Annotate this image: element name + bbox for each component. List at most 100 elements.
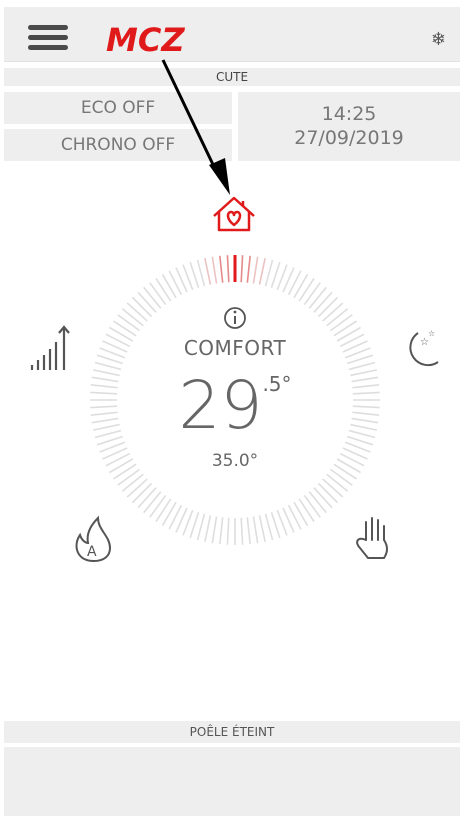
auto-flame-icon[interactable]: A — [75, 515, 112, 563]
dial-tick — [352, 391, 380, 395]
dial-tick — [326, 473, 349, 492]
info-icon[interactable] — [224, 307, 246, 329]
dial-tick — [161, 501, 177, 526]
dial-tick — [346, 435, 374, 446]
dial-tick — [346, 354, 374, 365]
manual-hand-icon[interactable] — [356, 517, 388, 559]
dial-tick — [264, 259, 274, 287]
home-heart-icon[interactable] — [213, 196, 255, 232]
dial-tick — [351, 376, 379, 383]
dial-tick — [322, 478, 344, 498]
dial-tick — [258, 515, 266, 542]
dial-tick — [196, 513, 206, 541]
dial-tick — [131, 482, 153, 504]
dial-tick — [303, 494, 321, 518]
dial-tick — [246, 517, 251, 545]
svg-text:☆: ☆ — [420, 337, 429, 348]
dial-tick — [252, 516, 259, 544]
dial-tick — [333, 320, 358, 337]
dial-tick — [155, 498, 172, 523]
night-moon-icon[interactable]: ☆ ☆ — [409, 329, 439, 367]
bottom-toolbar — [4, 747, 460, 816]
dial-tick — [149, 282, 167, 306]
dial-tick — [131, 296, 153, 318]
dial-tick — [313, 291, 333, 313]
dial-tick — [93, 369, 120, 377]
dial-tick — [204, 258, 212, 285]
dial-tick — [336, 458, 361, 474]
dial-tick — [96, 354, 124, 365]
dial-tick — [126, 302, 148, 322]
dial-tick — [90, 405, 118, 409]
dial-tick — [117, 314, 141, 332]
power-level-icon[interactable] — [30, 325, 70, 370]
comfort-mode-label: COMFORT — [183, 336, 287, 360]
dial-tick — [219, 255, 224, 283]
temperature-decimal: .5° — [262, 372, 292, 396]
dial-tick — [90, 411, 118, 416]
dial-tick — [226, 255, 230, 283]
dial-tick — [94, 429, 122, 439]
dial-tick — [137, 291, 157, 313]
dial-tick — [317, 482, 339, 504]
dial-tick — [351, 417, 379, 424]
dial-tick — [308, 286, 327, 309]
current-temperature: 29.5° — [130, 366, 340, 446]
dial-tick — [121, 308, 144, 327]
dial-tick — [155, 277, 172, 302]
dial-tick — [270, 511, 281, 539]
dial-tick — [189, 261, 200, 289]
dial-tick — [137, 487, 157, 509]
annotation-arrow — [161, 59, 230, 195]
dial-tick — [322, 302, 344, 322]
dial-tick — [90, 384, 118, 389]
dial-tick — [240, 517, 244, 545]
dial-tick — [211, 256, 218, 284]
dial-tick — [94, 361, 122, 371]
dial-tick — [143, 286, 162, 309]
dial-tick — [264, 513, 274, 541]
dial-tick — [204, 515, 212, 542]
dial-tick — [348, 361, 376, 371]
dial-tick — [96, 435, 124, 446]
dial-tick — [308, 491, 327, 514]
dial-tick — [226, 517, 230, 545]
dial-tick — [117, 468, 141, 486]
dial-tick — [317, 296, 339, 318]
dial-tick — [352, 405, 380, 409]
temperature-integer: 29 — [178, 367, 263, 444]
dial-tick — [90, 391, 118, 395]
dial-tick — [240, 255, 244, 283]
dial-tick — [329, 468, 353, 486]
dial-tick — [211, 516, 218, 544]
dial-tick — [350, 423, 377, 431]
dial-tick — [298, 277, 315, 302]
setpoint-temperature: 35.0° — [211, 451, 259, 471]
dial-tick — [326, 308, 349, 327]
dial-tick — [298, 498, 315, 523]
dial-tick — [143, 491, 162, 514]
stove-status: POÊLE ÉTEINT — [4, 721, 460, 743]
dial-tick — [329, 314, 353, 332]
dial-tick — [303, 282, 321, 306]
dial-tick — [252, 256, 259, 284]
dial-tick — [352, 411, 380, 416]
dial-tick — [246, 255, 251, 283]
svg-text:A: A — [87, 544, 97, 560]
dial-tick — [112, 320, 137, 337]
svg-text:☆: ☆ — [428, 329, 435, 338]
dial-tick — [258, 258, 266, 285]
dial-tick — [121, 473, 144, 492]
dial-tick — [196, 259, 206, 287]
dial-tick — [126, 478, 148, 498]
dial-tick — [293, 274, 309, 299]
dial-tick — [350, 369, 377, 377]
dial-tick — [313, 487, 333, 509]
dial-tick — [91, 376, 119, 383]
dial-tick — [219, 517, 224, 545]
dial-tick — [348, 429, 376, 439]
dial-tick — [189, 511, 200, 539]
dial-tick — [293, 501, 309, 526]
dial-tick — [93, 423, 120, 431]
dial-tick — [352, 384, 380, 389]
